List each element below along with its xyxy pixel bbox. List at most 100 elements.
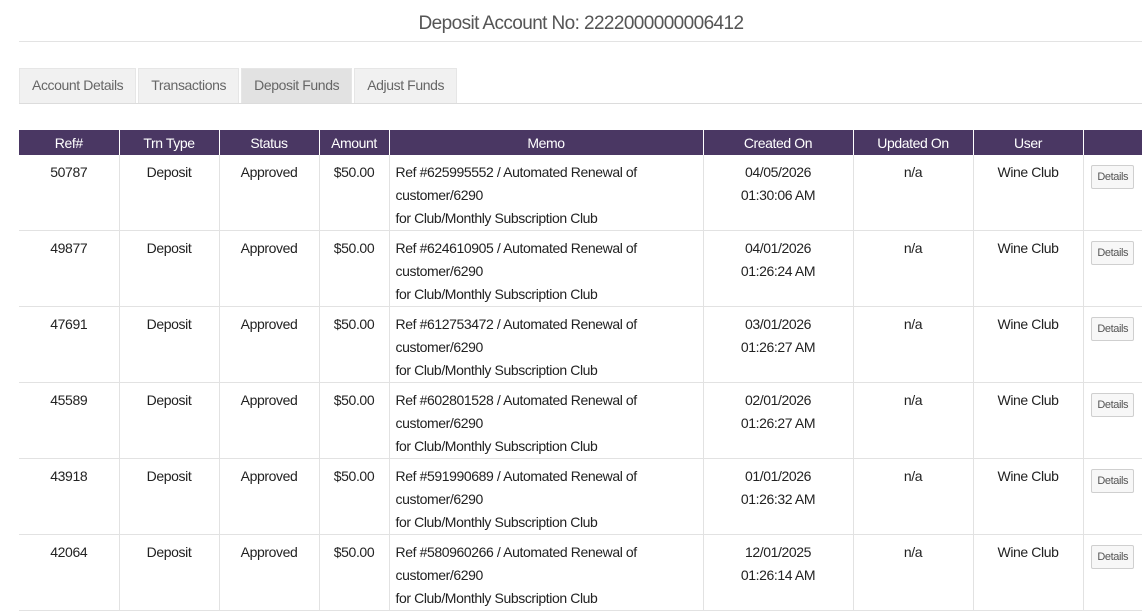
- column-header-memo: Memo: [388, 130, 703, 155]
- table-row: 45589 Deposit Approved $50.00 Ref #602801528…: [19, 382, 1142, 459]
- cell-created-on: 12/01/2025 01:26:14 AM: [702, 534, 853, 611]
- memo-line: Ref #580960266 / Automated Renewal of cu…: [395, 544, 638, 583]
- cell-amount: $50.00: [318, 155, 389, 231]
- details-button[interactable]: Details: [1091, 317, 1135, 341]
- created-date: 03/01/2026: [744, 316, 812, 332]
- cell-ref: 43918: [19, 458, 119, 535]
- cell-created-on: 03/01/2026 01:26:27 AM: [702, 306, 853, 383]
- title-divider: [19, 41, 1142, 42]
- memo-line: Ref #591990689 / Automated Renewal of cu…: [395, 468, 638, 507]
- created-time: 01:30:06 AM: [740, 187, 816, 203]
- cell-ref: 49877: [19, 230, 119, 307]
- cell-status: Approved: [218, 306, 319, 383]
- created-time: 01:26:24 AM: [740, 263, 816, 279]
- cell-user: Wine Club: [972, 534, 1083, 611]
- cell-trn-type: Deposit: [118, 382, 219, 459]
- details-button[interactable]: Details: [1091, 241, 1135, 265]
- table-row: 49877 Deposit Approved $50.00 Ref #624610905…: [19, 230, 1142, 307]
- deposits-table: Ref# Trn Type Status Amount Memo Created…: [19, 130, 1142, 611]
- cell-status: Approved: [218, 534, 319, 611]
- column-header-created-on: Created On: [702, 130, 853, 155]
- cell-memo: Ref #625995552 / Automated Renewal of cu…: [388, 155, 703, 231]
- cell-ref: 45589: [19, 382, 119, 459]
- page: Deposit Account No: 2222000000006412 Acc…: [0, 0, 1145, 611]
- cell-status: Approved: [218, 230, 319, 307]
- cell-user: Wine Club: [972, 382, 1083, 459]
- details-button[interactable]: Details: [1091, 165, 1135, 189]
- cell-status: Approved: [218, 382, 319, 459]
- tabs-divider: [19, 103, 1142, 104]
- table-row: 42064 Deposit Approved $50.00 Ref #580960266…: [19, 534, 1142, 611]
- cell-ref: 50787: [19, 155, 119, 231]
- tab-bar: Account Details Transactions Deposit Fun…: [19, 68, 459, 104]
- column-header-updated-on: Updated On: [852, 130, 973, 155]
- tab-transactions[interactable]: Transactions: [138, 68, 240, 103]
- column-header-actions: [1082, 130, 1142, 155]
- cell-trn-type: Deposit: [118, 230, 219, 307]
- cell-amount: $50.00: [318, 382, 389, 459]
- cell-created-on: 02/01/2026 01:26:27 AM: [702, 382, 853, 459]
- created-date: 12/01/2025: [744, 544, 812, 560]
- cell-created-on: 04/05/2026 01:30:06 AM: [702, 155, 853, 231]
- memo-line: for Club/Monthly Subscription Club: [395, 590, 598, 606]
- cell-updated-on: n/a: [852, 534, 973, 611]
- table-header-row: Ref# Trn Type Status Amount Memo Created…: [19, 130, 1142, 155]
- cell-updated-on: n/a: [852, 458, 973, 535]
- memo-line: Ref #624610905 / Automated Renewal of cu…: [395, 240, 638, 279]
- table-row: 43918 Deposit Approved $50.00 Ref #591990689…: [19, 458, 1142, 535]
- cell-updated-on: n/a: [852, 306, 973, 383]
- cell-memo: Ref #624610905 / Automated Renewal of cu…: [388, 230, 703, 307]
- cell-actions: Details: [1082, 155, 1142, 231]
- column-header-user: User: [972, 130, 1083, 155]
- memo-line: for Club/Monthly Subscription Club: [395, 362, 598, 378]
- memo-line: for Club/Monthly Subscription Club: [395, 286, 598, 302]
- column-header-amount: Amount: [318, 130, 389, 155]
- cell-ref: 47691: [19, 306, 119, 383]
- cell-actions: Details: [1082, 534, 1142, 611]
- tab-account-details[interactable]: Account Details: [19, 68, 137, 103]
- column-header-status: Status: [218, 130, 319, 155]
- page-title: Deposit Account No: 2222000000006412: [418, 13, 745, 34]
- cell-memo: Ref #591990689 / Automated Renewal of cu…: [388, 458, 703, 535]
- memo-line: Ref #625995552 / Automated Renewal of cu…: [395, 164, 638, 203]
- tab-deposit-funds[interactable]: Deposit Funds: [241, 68, 353, 103]
- table-row: 47691 Deposit Approved $50.00 Ref #612753472…: [19, 306, 1142, 383]
- cell-trn-type: Deposit: [118, 155, 219, 231]
- tab-adjust-funds[interactable]: Adjust Funds: [354, 68, 458, 103]
- cell-status: Approved: [218, 155, 319, 231]
- column-header-trn-type: Trn Type: [118, 130, 219, 155]
- cell-updated-on: n/a: [852, 155, 973, 231]
- cell-trn-type: Deposit: [118, 534, 219, 611]
- cell-created-on: 01/01/2026 01:26:32 AM: [702, 458, 853, 535]
- cell-created-on: 04/01/2026 01:26:24 AM: [702, 230, 853, 307]
- cell-user: Wine Club: [972, 306, 1083, 383]
- details-button[interactable]: Details: [1091, 393, 1135, 417]
- memo-line: for Club/Monthly Subscription Club: [395, 514, 598, 530]
- created-time: 01:26:27 AM: [740, 415, 816, 431]
- cell-amount: $50.00: [318, 458, 389, 535]
- created-time: 01:26:14 AM: [740, 567, 816, 583]
- cell-amount: $50.00: [318, 306, 389, 383]
- cell-actions: Details: [1082, 230, 1142, 307]
- cell-trn-type: Deposit: [118, 306, 219, 383]
- cell-amount: $50.00: [318, 230, 389, 307]
- cell-amount: $50.00: [318, 534, 389, 611]
- memo-line: Ref #602801528 / Automated Renewal of cu…: [395, 392, 638, 431]
- created-date: 04/05/2026: [744, 164, 812, 180]
- cell-actions: Details: [1082, 306, 1142, 383]
- details-button[interactable]: Details: [1091, 469, 1135, 493]
- created-date: 02/01/2026: [744, 392, 812, 408]
- cell-actions: Details: [1082, 458, 1142, 535]
- cell-memo: Ref #612753472 / Automated Renewal of cu…: [388, 306, 703, 383]
- memo-line: Ref #612753472 / Automated Renewal of cu…: [395, 316, 638, 355]
- cell-status: Approved: [218, 458, 319, 535]
- created-time: 01:26:32 AM: [740, 491, 816, 507]
- cell-user: Wine Club: [972, 155, 1083, 231]
- cell-user: Wine Club: [972, 230, 1083, 307]
- memo-line: for Club/Monthly Subscription Club: [395, 438, 598, 454]
- created-date: 04/01/2026: [744, 240, 812, 256]
- cell-updated-on: n/a: [852, 230, 973, 307]
- table-row: 50787 Deposit Approved $50.00 Ref #625995552…: [19, 155, 1142, 231]
- details-button[interactable]: Details: [1091, 545, 1135, 569]
- cell-trn-type: Deposit: [118, 458, 219, 535]
